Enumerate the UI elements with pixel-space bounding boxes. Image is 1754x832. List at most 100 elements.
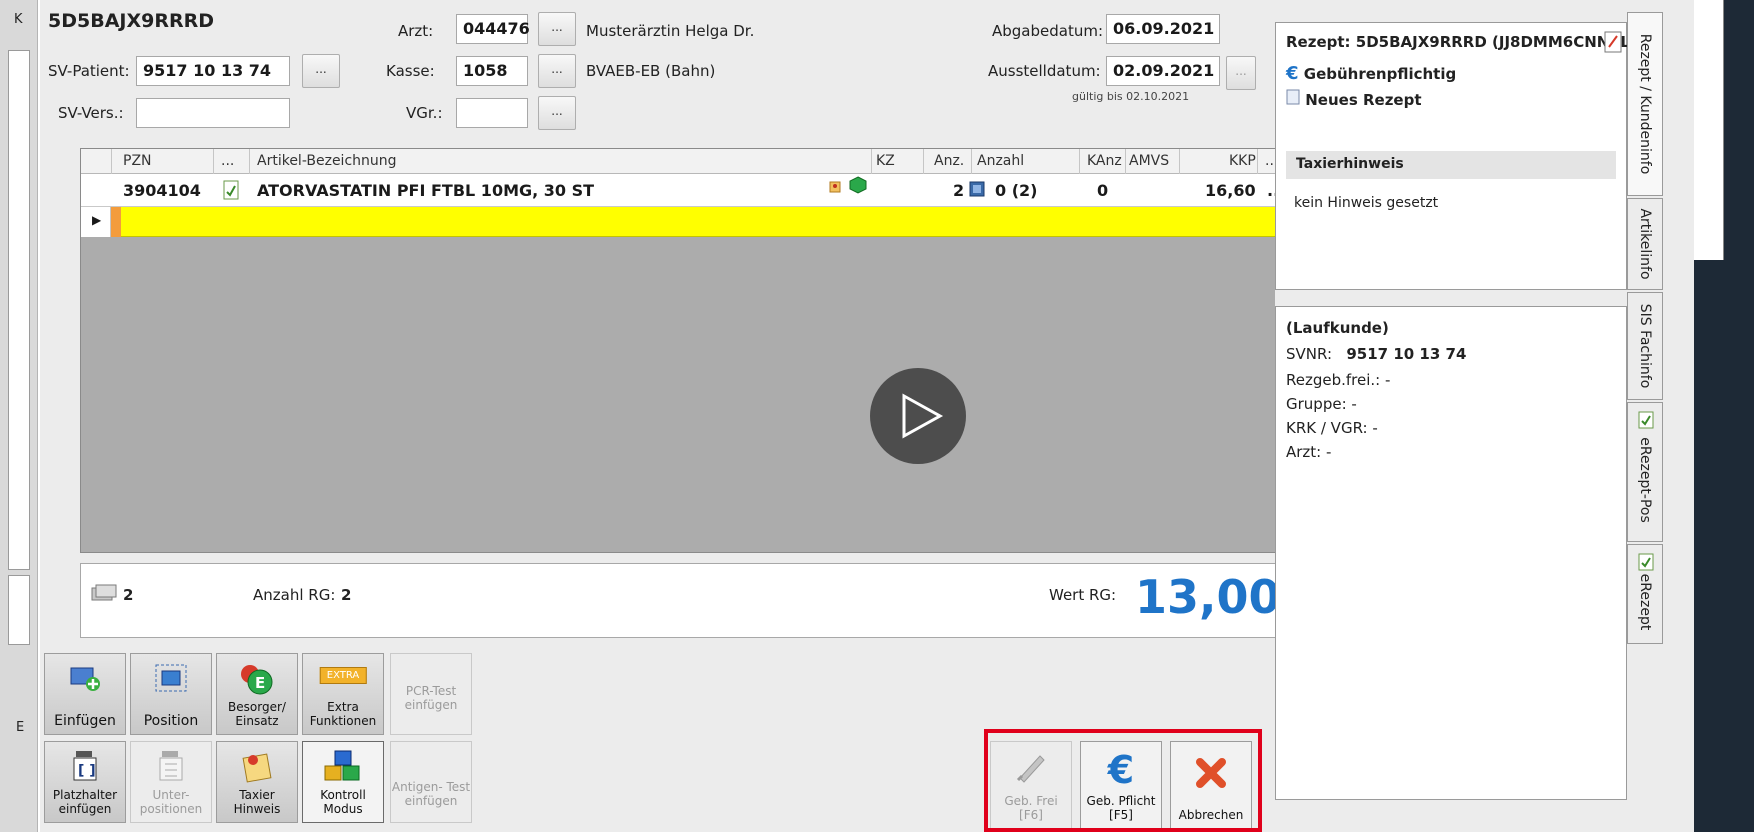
background-panel-lower (8, 575, 30, 645)
kontroll-modus-button[interactable]: Kontroll Modus (302, 741, 384, 823)
tab-artikelinfo[interactable]: Artikelinfo (1627, 198, 1663, 290)
col-anz[interactable]: Anz. (934, 153, 964, 169)
ausstelldatum-lookup-button[interactable]: ... (1226, 56, 1256, 90)
taxier-hinweis-button[interactable]: Taxier Hinweis (216, 741, 298, 823)
patient-arzt-text: Arzt: - (1286, 443, 1332, 461)
info-panel: Rezept: 5D5BAJX9RRRD (JJ8DMM6CNNPL) € Ge… (1275, 12, 1663, 802)
gruppe-text: Gruppe: - (1286, 395, 1357, 413)
kasse-lookup-button[interactable]: ... (538, 54, 576, 88)
new-entry-row[interactable]: ▶ (81, 207, 1299, 237)
subposition-icon (154, 750, 188, 786)
sv-vers-label: SV-Vers.: (58, 104, 124, 122)
taxierhinweis-title: Taxierhinweis (1296, 156, 1404, 172)
euro-small-icon: € (1286, 63, 1299, 84)
edit-note-icon[interactable] (1604, 31, 1622, 57)
kasse-label: Kasse: (386, 62, 435, 80)
background-label: K (14, 12, 23, 27)
sv-patient-label: SV-Patient: (48, 62, 130, 80)
summary-count: 2 (123, 586, 134, 604)
col-anzahl[interactable]: Anzahl (977, 153, 1024, 169)
highlight-frame (984, 729, 1262, 832)
extra-icon: EXTRA (319, 666, 367, 684)
background-window-edge (1694, 0, 1724, 260)
ausstelldatum-field[interactable]: 02.09.2021 (1106, 56, 1220, 86)
col-bezeichnung[interactable]: Artikel-Bezeichnung (257, 153, 397, 169)
abgabedatum-label: Abgabedatum: (992, 22, 1104, 40)
video-play-icon[interactable] (870, 368, 966, 464)
platzhalter-label: Platzhalter einfügen (52, 788, 118, 816)
row-anzahl: 0 (2) (995, 181, 1038, 200)
erezept-doc-icon[interactable] (223, 180, 239, 204)
wert-rg-label: Wert RG: (1049, 586, 1117, 604)
tab-erezept[interactable]: eRezept (1627, 544, 1663, 644)
antigen-test-button[interactable]: Antigen- Test einfügen (390, 741, 472, 823)
anzahl-rg-value: 2 (341, 586, 352, 604)
col-amvs[interactable]: AMVS (1129, 153, 1169, 169)
row-anz: 2 (953, 181, 965, 200)
unterpositionen-label: Unter- positionen (139, 788, 203, 816)
kontroll-label: Kontroll Modus (320, 788, 366, 816)
sv-vers-field[interactable] (136, 98, 290, 128)
col-pzn[interactable]: PZN (123, 153, 152, 169)
anzahl-rg-label: Anzahl RG: (253, 586, 336, 604)
tab-erezept-pos[interactable]: eRezept-Pos (1627, 402, 1663, 542)
col-dots[interactable]: ... (221, 153, 234, 169)
insert-icon (67, 662, 103, 698)
placeholder-icon: [ ] (68, 750, 102, 786)
pcr-label: PCR-Test einfügen (404, 684, 458, 712)
extra-label: Extra Funktionen (309, 700, 377, 728)
svnr-value: 9517 10 13 74 (1346, 345, 1467, 363)
kz-note-icon (829, 178, 851, 200)
col-kanz[interactable]: KAnz (1087, 153, 1122, 169)
svg-text:[ ]: [ ] (78, 763, 96, 779)
gebuehr-text: Gebührenpflichtig (1303, 65, 1457, 83)
row-kkp: 16,60 (1205, 181, 1256, 200)
kasse-name: BVAEB-EB (Bahn) (586, 62, 716, 80)
svnr-label: SVNR: (1286, 345, 1333, 363)
row-selector[interactable]: ▶ (81, 207, 111, 237)
tab-sis-fachinfo[interactable]: SIS Fachinfo (1627, 292, 1663, 400)
gueltig-bis-text: gültig bis 02.10.2021 (1072, 90, 1190, 103)
tab-rezept-kundeninfo[interactable]: Rezept / Kundeninfo (1627, 12, 1663, 196)
rezgeb-text: Rezgeb.frei.: - (1286, 371, 1391, 389)
kasse-field[interactable]: 1058 (456, 56, 528, 86)
unterpositionen-button[interactable]: Unter- positionen (130, 741, 212, 823)
table-row[interactable]: 3904104 ATORVASTATIN PFI FTBL 10MG, 30 S… (81, 174, 1299, 207)
neues-rezept-row: Neues Rezept (1286, 89, 1422, 109)
cubes-icon (323, 750, 363, 788)
antigen-label: Antigen- Test einfügen (391, 780, 471, 808)
row-pzn: 3904104 (123, 181, 201, 200)
vgr-lookup-button[interactable]: ... (538, 96, 576, 130)
artikel-grid[interactable]: PZN ... Artikel-Bezeichnung KZ Anz. Anza… (80, 148, 1300, 553)
col-kz[interactable]: KZ (876, 153, 895, 169)
position-label: Position (143, 713, 199, 729)
background-window: K E (0, 0, 38, 832)
einfuegen-button[interactable]: Einfügen (44, 653, 126, 735)
taxier-note-icon (239, 750, 275, 788)
abgabedatum-field[interactable]: 06.09.2021 (1106, 14, 1220, 44)
row-bezeichnung: ATORVASTATIN PFI FTBL 10MG, 30 ST (257, 181, 595, 200)
besorger-label: Besorger/ Einsatz (228, 700, 286, 728)
vgr-field[interactable] (456, 98, 528, 128)
arzt-field[interactable]: 044476 (456, 14, 530, 44)
col-kkp[interactable]: KKP (1229, 153, 1256, 169)
rezeptgebuehr-icon (91, 584, 117, 608)
besorger-einsatz-button[interactable]: E Besorger/ Einsatz (216, 653, 298, 735)
patient-info-box: (Laufkunde) SVNR: 9517 10 13 74 Rezgeb.f… (1275, 306, 1627, 800)
taxierhinweis-header: Taxierhinweis (1286, 151, 1616, 179)
outer-frame-right (1694, 0, 1754, 832)
rezept-info-title: Rezept: 5D5BAJX9RRRD (JJ8DMM6CNNPL) (1286, 33, 1637, 51)
document-icon (1286, 89, 1300, 109)
pcr-test-button[interactable]: PCR-Test einfügen (390, 653, 472, 735)
position-icon (153, 662, 189, 698)
platzhalter-button[interactable]: [ ] Platzhalter einfügen (44, 741, 126, 823)
anzahl-edit-icon[interactable] (969, 181, 985, 201)
extra-funktionen-button[interactable]: EXTRA Extra Funktionen (302, 653, 384, 735)
sv-patient-lookup-button[interactable]: ... (302, 54, 340, 88)
position-button[interactable]: Position (130, 653, 212, 735)
arzt-lookup-button[interactable]: ... (538, 12, 576, 46)
grid-header: PZN ... Artikel-Bezeichnung KZ Anz. Anza… (81, 149, 1299, 174)
wert-rg-value: 13,00 (1135, 570, 1281, 624)
background-label-lower: E (16, 720, 25, 735)
sv-patient-field[interactable]: 9517 10 13 74 (136, 56, 290, 86)
